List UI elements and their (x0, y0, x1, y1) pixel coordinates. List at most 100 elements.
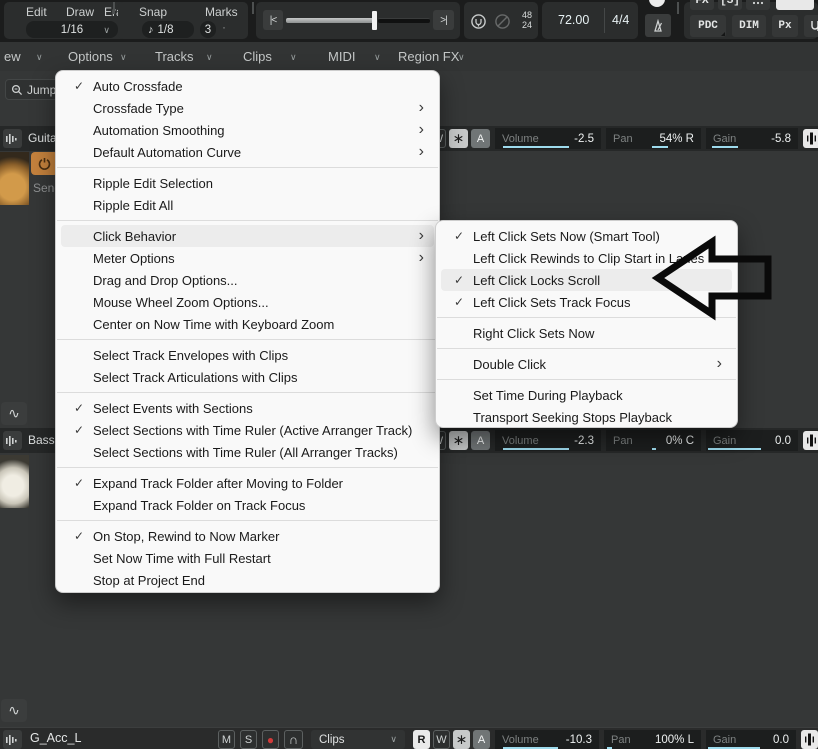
menu-item-ripple-edit-all[interactable]: Ripple Edit All (61, 194, 434, 216)
menu-item-right-click-sets-now[interactable]: Right Click Sets Now (441, 322, 732, 344)
volume-widget[interactable]: Volume -10.3 (495, 729, 599, 749)
menubar-midi[interactable]: MIDI (328, 49, 355, 64)
menu-item-auto-crossfade[interactable]: ✓ Auto Crossfade (61, 75, 434, 97)
menu-item-label: Set Now Time with Full Restart (93, 550, 271, 566)
active-mode-button[interactable] (776, 0, 814, 10)
track-power-button[interactable] (31, 152, 58, 175)
menu-item-ripple-edit-selection[interactable]: Ripple Edit Selection (61, 172, 434, 194)
menu-item-select-sections-with-time-ruler-active-arranger-track[interactable]: ✓ Select Sections with Time Ruler (Active… (61, 419, 434, 441)
waveform-icon[interactable] (3, 129, 22, 148)
interleave-button[interactable] (803, 431, 818, 450)
pan-widget[interactable]: Pan 0% C (606, 430, 701, 451)
pan-widget[interactable]: Pan 100% L (604, 729, 701, 749)
snap-count-field[interactable]: 3 (200, 21, 216, 38)
menu-item-select-sections-with-time-ruler-all-arranger-tracks[interactable]: Select Sections with Time Ruler (All Arr… (61, 441, 434, 463)
grid-resolution-dropdown[interactable]: 1/16 ∨ (26, 21, 118, 38)
write-automation-button[interactable]: W (433, 730, 450, 749)
fx-bypass-button[interactable]: ∗ (449, 431, 468, 450)
position-slider-handle[interactable] (372, 11, 377, 30)
menu-item-set-now-time-with-full-restart[interactable]: Set Now Time with Full Restart (61, 547, 434, 569)
menu-item-expand-track-folder-on-track-focus[interactable]: Expand Track Folder on Track Focus (61, 494, 434, 516)
archive-button[interactable]: A (473, 730, 490, 749)
tempo-value[interactable]: 72.00 (558, 13, 589, 27)
menu-item-click-behavior[interactable]: Click Behavior › (61, 225, 434, 247)
menubar-region-fx[interactable]: Region FX (398, 49, 459, 64)
track-name-bass[interactable]: Bass (28, 433, 55, 447)
menu-item-automation-smoothing[interactable]: Automation Smoothing › (61, 119, 434, 141)
px-button[interactable]: Px (772, 15, 798, 37)
fx-bypass-button[interactable]: ∗ (453, 730, 470, 749)
read-automation-button[interactable]: R (413, 730, 430, 749)
menu-item-meter-options[interactable]: Meter Options › (61, 247, 434, 269)
input-echo-icon[interactable] (470, 13, 487, 35)
gain-widget[interactable]: Gain 0.0 (706, 729, 796, 749)
menu-item-default-automation-curve[interactable]: Default Automation Curve › (61, 141, 434, 163)
meter-value[interactable]: 4/4 (612, 13, 629, 27)
volume-widget[interactable]: Volume -2.3 (495, 430, 601, 451)
exclusive-solo-button[interactable]: [S] (718, 0, 742, 10)
menubar-view[interactable]: ew (4, 49, 21, 64)
position-slider-track-right[interactable] (378, 18, 430, 23)
chevron-down-icon[interactable]: ∨ (458, 52, 465, 63)
menu-item-mouse-wheel-zoom-options[interactable]: Mouse Wheel Zoom Options... (61, 291, 434, 313)
chevron-down-icon[interactable]: ∨ (290, 52, 297, 63)
menubar-clips[interactable]: Clips (243, 49, 272, 64)
menu-separator (57, 467, 438, 468)
chevron-down-icon[interactable]: ∨ (36, 52, 43, 63)
menu-item-double-click[interactable]: Double Click › (441, 353, 732, 375)
gain-widget[interactable]: Gain 0.0 (706, 430, 798, 451)
waveform-icon[interactable] (3, 431, 22, 450)
interleave-button[interactable] (801, 730, 818, 749)
edit-filter-dropdown[interactable]: Clips ∨ (311, 730, 405, 749)
rewind-to-start-button[interactable]: |< (263, 10, 283, 30)
fx-bypass-button[interactable]: ∗ (449, 129, 468, 148)
track-name-guitar[interactable]: Guita (28, 131, 57, 145)
pan-widget[interactable]: Pan 54% R (606, 128, 701, 149)
menu-item-center-on-now-time-with-keyboard-zoom[interactable]: Center on Now Time with Keyboard Zoom (61, 313, 434, 335)
envelope-mode-button[interactable]: ∿ (1, 699, 27, 722)
chevron-down-icon[interactable]: ∨ (374, 52, 381, 63)
archive-button[interactable]: A (471, 129, 490, 148)
submenu-arrow-icon: › (716, 355, 722, 372)
envelope-mode-button[interactable]: ∿ (1, 402, 27, 425)
gain-widget[interactable]: Gain -5.8 (706, 128, 798, 149)
mute-button[interactable]: M (218, 730, 235, 749)
menu-item-expand-track-folder-after-moving-to-folder[interactable]: ✓ Expand Track Folder after Moving to Fol… (61, 472, 434, 494)
solo-button[interactable]: S (240, 730, 257, 749)
metronome-button[interactable] (645, 14, 671, 37)
pdc-button[interactable]: PDC (690, 15, 726, 37)
clipped-edge-button[interactable] (804, 15, 818, 37)
snap-value-dropdown[interactable]: ♪ 1/8 (142, 21, 194, 38)
fx-button[interactable]: FX (690, 0, 714, 10)
archive-button[interactable]: A (471, 431, 490, 450)
menu-item-set-time-during-playback[interactable]: Set Time During Playback (441, 384, 732, 406)
input-echo-headphones-button[interactable]: ∩ (284, 730, 303, 749)
edit-tool-button[interactable]: Edit (26, 5, 47, 19)
menu-item-select-track-articulations-with-clips[interactable]: Select Track Articulations with Clips (61, 366, 434, 388)
waveform-icon[interactable] (3, 730, 22, 749)
menu-item-transport-seeking-stops-playback[interactable]: Transport Seeking Stops Playback (441, 406, 732, 428)
chevron-down-icon[interactable]: ∨ (206, 52, 213, 63)
menu-item-crossfade-type[interactable]: Crossfade Type › (61, 97, 434, 119)
record-arm-button[interactable]: ● (262, 730, 279, 749)
track-name-g-acc-l[interactable]: G_Acc_L (30, 731, 81, 745)
dim-button[interactable]: DIM (732, 15, 766, 37)
snap-dot-button[interactable]: · (222, 20, 226, 34)
forward-to-end-button[interactable]: >| (433, 10, 454, 30)
menu-item-on-stop-rewind-to-now-marker[interactable]: ✓ On Stop, Rewind to Now Marker (61, 525, 434, 547)
menu-item-stop-at-project-end[interactable]: Stop at Project End (61, 569, 434, 591)
chevron-down-icon[interactable]: ∨ (120, 52, 127, 63)
draw-tool-button[interactable]: Draw (66, 5, 94, 19)
midi-icon-button[interactable] (746, 0, 770, 10)
position-slider-track-left[interactable] (286, 18, 375, 23)
interleave-button[interactable] (803, 129, 818, 148)
metronome-off-icon[interactable] (494, 13, 511, 35)
menu-item-label: On Stop, Rewind to Now Marker (93, 528, 280, 544)
menubar-tracks[interactable]: Tracks (155, 49, 194, 64)
volume-widget[interactable]: Volume -2.5 (495, 128, 601, 149)
menubar-options[interactable]: Options (68, 49, 113, 64)
menu-item-drag-and-drop-options[interactable]: Drag and Drop Options... (61, 269, 434, 291)
menu-item-select-track-envelopes-with-clips[interactable]: Select Track Envelopes with Clips (61, 344, 434, 366)
right-button-panel: FX [S] PDC DIM Px (684, 0, 818, 39)
menu-item-select-events-with-sections[interactable]: ✓ Select Events with Sections (61, 397, 434, 419)
